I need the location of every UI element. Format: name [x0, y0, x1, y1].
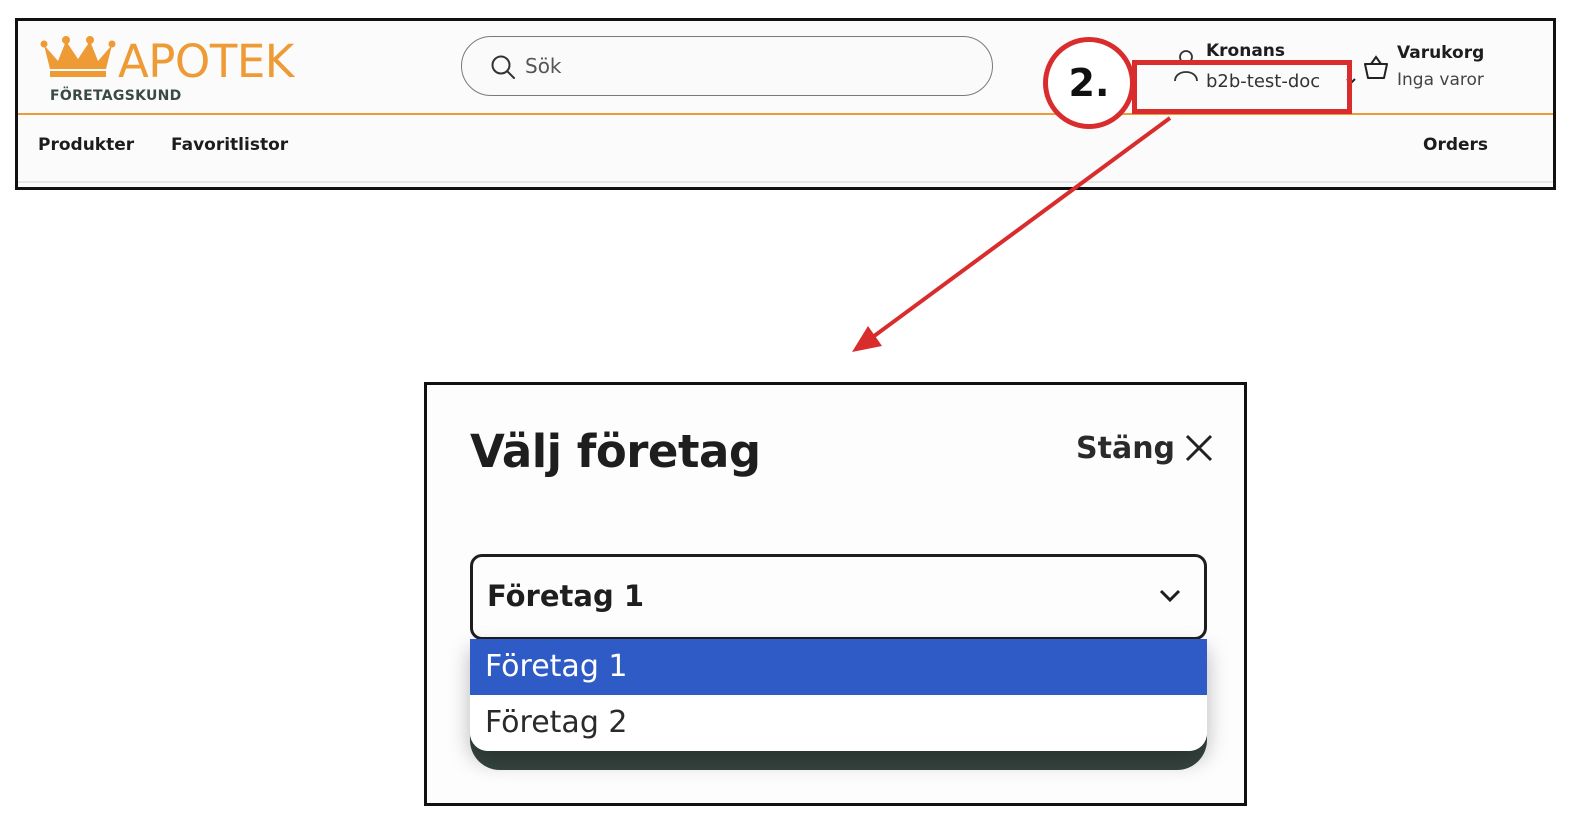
- chevron-down-icon: [1159, 589, 1181, 603]
- company-select[interactable]: Företag 1: [470, 554, 1207, 640]
- company-dropdown-list: Företag 1 Företag 2: [470, 639, 1207, 751]
- modal-title: Välj företag: [470, 425, 761, 478]
- close-icon: [1185, 434, 1213, 462]
- company-select-modal: Välj företag Stäng Företag 1 Företag 1 F…: [424, 382, 1247, 806]
- close-label: Stäng: [1076, 431, 1176, 466]
- dropdown-option[interactable]: Företag 1: [470, 639, 1207, 695]
- company-select-value: Företag 1: [487, 579, 644, 613]
- dropdown-option[interactable]: Företag 2: [470, 695, 1207, 751]
